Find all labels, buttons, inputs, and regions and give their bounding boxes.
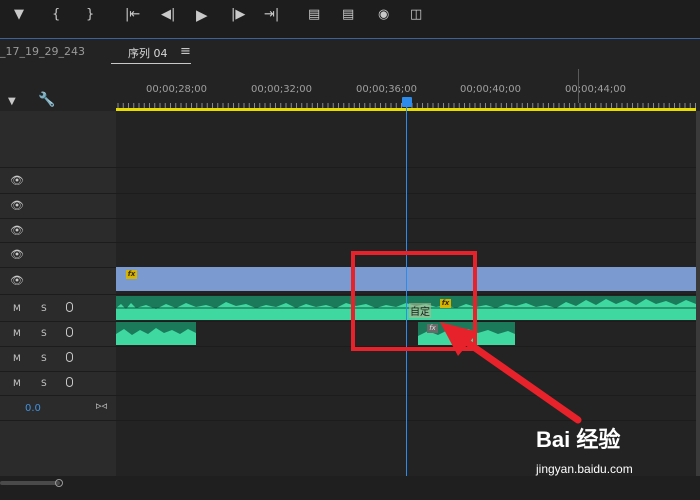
track-divider bbox=[0, 218, 700, 219]
audio-waveform bbox=[116, 328, 196, 345]
microphone-icon[interactable] bbox=[66, 352, 73, 362]
in-point-icon[interactable]: { bbox=[52, 6, 60, 24]
timecode-label: 00;00;40;00 bbox=[460, 84, 522, 95]
volume-bowtie-icon[interactable]: ▹◃ bbox=[96, 399, 107, 412]
zoom-scroll-track[interactable] bbox=[0, 481, 60, 485]
active-tab-underline bbox=[111, 63, 191, 64]
timecode-label: 00;00;32;00 bbox=[251, 84, 313, 95]
baidu-watermark: Bai 经验 jingyan.baidu.com bbox=[528, 420, 698, 480]
track-divider bbox=[0, 193, 700, 194]
mute-button[interactable]: M bbox=[13, 379, 21, 389]
tab-sequence[interactable]: 序列 04 bbox=[128, 45, 168, 61]
go-to-out-icon[interactable]: ⇥| bbox=[264, 6, 279, 24]
mute-button[interactable]: M bbox=[13, 329, 21, 339]
timecode-label: 00;00;28;00 bbox=[146, 84, 208, 95]
transport-toolbar: ▼ { } |⇤ ◀| ▶ |▶ ⇥| ▤ ▤ ◉ ◫ bbox=[0, 0, 700, 38]
mute-button[interactable]: M bbox=[13, 354, 21, 364]
play-icon[interactable]: ▶ bbox=[196, 6, 208, 24]
camera-icon[interactable]: ◉ bbox=[378, 6, 389, 24]
track-divider bbox=[0, 321, 700, 322]
lift-icon[interactable]: ▤ bbox=[308, 6, 320, 24]
step-back-icon[interactable]: ◀| bbox=[161, 6, 175, 24]
ruler-marker-line bbox=[578, 69, 579, 103]
step-forward-icon[interactable]: |▶ bbox=[231, 6, 245, 24]
fx-badge: fx bbox=[126, 270, 137, 279]
eye-icon[interactable]: 👁 bbox=[10, 224, 24, 237]
eye-icon[interactable]: 👁 bbox=[10, 174, 24, 187]
wrench-icon[interactable]: 🔧 bbox=[38, 92, 55, 108]
track-divider bbox=[0, 242, 700, 243]
tab-menu-icon[interactable]: ≡ bbox=[180, 44, 191, 59]
microphone-icon[interactable] bbox=[66, 327, 73, 337]
eye-icon[interactable]: 👁 bbox=[10, 274, 24, 287]
track-divider bbox=[0, 371, 700, 372]
track-divider bbox=[0, 167, 700, 168]
watermark-url: jingyan.baidu.com bbox=[536, 462, 633, 476]
out-point-icon[interactable]: } bbox=[86, 6, 94, 24]
timecode-label: 00;00;36;00 bbox=[356, 84, 418, 95]
tab-project[interactable]: _17_19_29_243 bbox=[0, 45, 85, 58]
eye-icon[interactable]: 👁 bbox=[10, 248, 24, 261]
watermark-logo-text: Bai 经验 bbox=[536, 427, 621, 452]
track-divider bbox=[0, 395, 700, 396]
playhead-handle[interactable] bbox=[402, 97, 412, 107]
solo-button[interactable]: S bbox=[41, 379, 47, 389]
solo-button[interactable]: S bbox=[41, 354, 47, 364]
solo-button[interactable]: S bbox=[41, 304, 47, 314]
compare-icon[interactable]: ◫ bbox=[410, 6, 422, 24]
add-marker-icon[interactable]: ▼ bbox=[8, 96, 16, 107]
solo-button[interactable]: S bbox=[41, 329, 47, 339]
master-volume-value[interactable]: 0.0 bbox=[25, 403, 41, 414]
marker-icon[interactable]: ▼ bbox=[14, 6, 24, 24]
timecode-label: 00;00;44;00 bbox=[565, 84, 627, 95]
mute-button[interactable]: M bbox=[13, 304, 21, 314]
timeline-tabs: _17_19_29_243 序列 04 ≡ bbox=[0, 39, 700, 69]
annotation-arrow bbox=[440, 322, 582, 424]
microphone-icon[interactable] bbox=[66, 302, 73, 312]
audio-clip[interactable] bbox=[116, 322, 196, 345]
eye-icon[interactable]: 👁 bbox=[10, 199, 24, 212]
microphone-icon[interactable] bbox=[66, 377, 73, 387]
extract-icon[interactable]: ▤ bbox=[342, 6, 354, 24]
track-divider bbox=[0, 294, 700, 295]
zoom-scroll-handle[interactable] bbox=[55, 479, 63, 487]
track-divider bbox=[0, 346, 700, 347]
go-to-in-icon[interactable]: |⇤ bbox=[125, 6, 140, 24]
